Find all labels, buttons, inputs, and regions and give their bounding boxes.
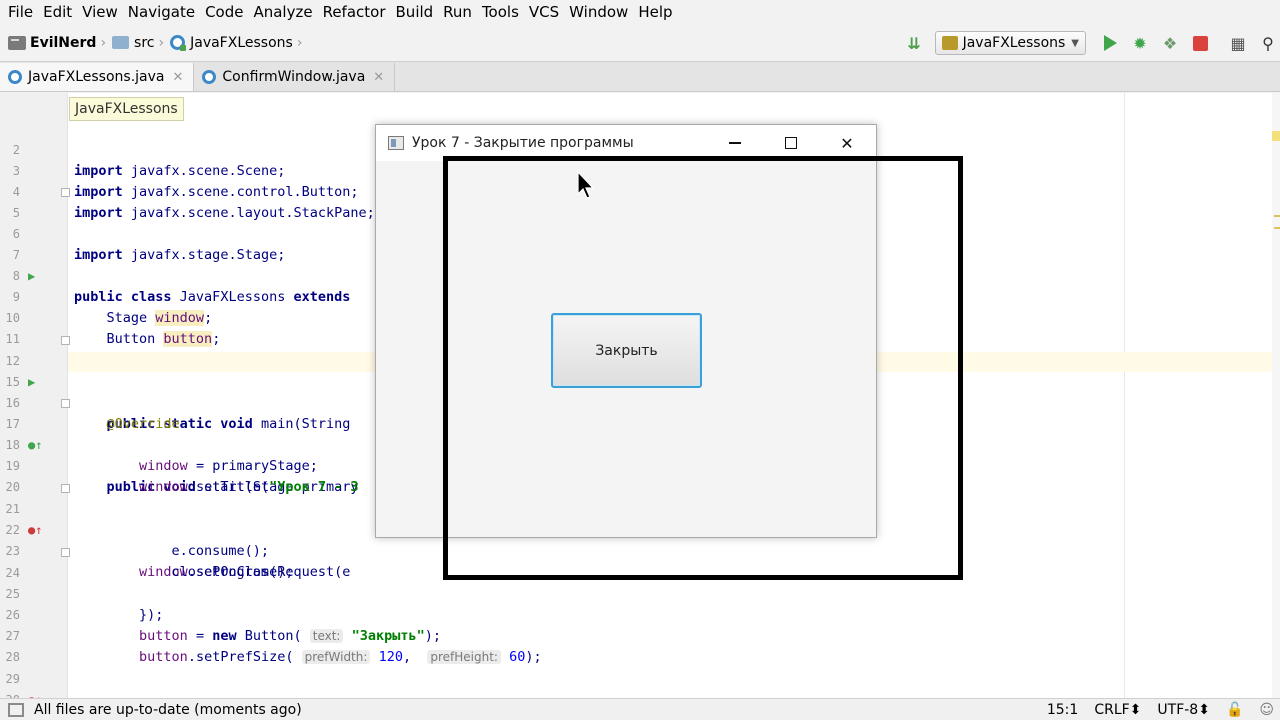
window-title: Урок 7 - Закрытие программы	[412, 135, 634, 151]
warning-marker[interactable]	[1274, 227, 1280, 229]
stop-button[interactable]	[1188, 31, 1212, 55]
class-hint-tooltip: JavaFXLessons	[69, 97, 184, 121]
code-line[interactable]: 29 ●↑ button.setOnAction(e -> closeProgr…	[0, 648, 1124, 720]
structure-icon: ▦	[1230, 33, 1246, 53]
maximize-button[interactable]	[768, 125, 814, 161]
breadcrumb-project[interactable]: EvilNerd	[30, 35, 96, 51]
tool-windows-icon[interactable]	[8, 702, 24, 717]
maximize-icon	[785, 137, 797, 149]
build-icon[interactable]: ⇊	[907, 34, 920, 53]
menu-run[interactable]: Run	[439, 0, 478, 24]
run-config-icon	[941, 36, 958, 50]
file-encoding[interactable]: UTF-8⬍	[1157, 702, 1210, 718]
error-stripe[interactable]	[1272, 93, 1280, 698]
code-line[interactable]: 24 });	[0, 542, 1124, 623]
window-content: Закрыть	[376, 161, 876, 537]
search-button[interactable]: ⚲	[1256, 31, 1280, 55]
menu-bar: File Edit View Navigate Code Analyze Ref…	[0, 0, 1280, 24]
java-class-icon	[202, 70, 217, 84]
code-line[interactable]: 25	[0, 563, 1124, 601]
code-line[interactable]: 26 button = new Button( text: "Закрыть")…	[0, 584, 1124, 644]
minimize-icon	[729, 142, 741, 144]
folder-icon	[112, 36, 130, 49]
status-bar: All files are up-to-date (moments ago) 1…	[0, 698, 1280, 720]
editor-tabs: JavaFXLessons.java ✕ ConfirmWindow.java …	[0, 62, 1280, 92]
breadcrumb-separator-icon: ›	[100, 34, 107, 51]
java-class-icon	[170, 35, 187, 51]
breadcrumb-file[interactable]: JavaFXLessons	[190, 35, 293, 51]
search-icon: ⚲	[1262, 33, 1274, 53]
breadcrumb-folder[interactable]: src	[134, 35, 154, 51]
line-separator[interactable]: CRLF⬍	[1094, 702, 1141, 718]
run-config-label: JavaFXLessons	[962, 35, 1066, 51]
stop-icon	[1192, 35, 1208, 51]
project-icon	[8, 35, 26, 50]
tab-confirmwindow[interactable]: ConfirmWindow.java ✕	[194, 63, 396, 91]
bug-icon: ✹	[1133, 33, 1147, 53]
coverage-icon: ❖	[1162, 33, 1178, 53]
menu-help[interactable]: Help	[634, 0, 678, 24]
menu-edit[interactable]: Edit	[39, 0, 78, 24]
project-structure-button[interactable]: ▦	[1226, 31, 1250, 55]
warning-marker[interactable]	[1274, 215, 1280, 217]
close-icon: ✕	[840, 133, 854, 153]
code-line[interactable]: 27 button.setPrefSize( prefWidth: 120, p…	[0, 605, 1124, 665]
run-toolbar: ⇊ JavaFXLessons ▼ ✹ ❖ ▦ ⚲	[907, 24, 1280, 62]
tab-label: JavaFXLessons.java	[28, 69, 165, 85]
minimize-button[interactable]	[712, 125, 758, 161]
coverage-button[interactable]: ❖	[1158, 31, 1182, 55]
menu-tools[interactable]: Tools	[478, 0, 525, 24]
run-button[interactable]	[1098, 31, 1122, 55]
code-line[interactable]: 28	[0, 626, 1124, 664]
close-icon[interactable]: ✕	[373, 70, 384, 85]
fold-marker-icon[interactable]	[61, 188, 70, 197]
status-message: All files are up-to-date (moments ago)	[34, 701, 302, 718]
tab-label: ConfirmWindow.java	[222, 69, 366, 85]
menu-code[interactable]: Code	[201, 0, 249, 24]
fold-marker-icon[interactable]	[61, 399, 70, 408]
tab-javafxlessons[interactable]: JavaFXLessons.java ✕	[0, 63, 195, 91]
fold-marker-icon[interactable]	[61, 484, 70, 493]
breadcrumb-separator-icon: ›	[158, 34, 165, 51]
chevron-down-icon: ▼	[1071, 37, 1079, 49]
close-icon[interactable]: ✕	[173, 70, 184, 85]
menu-analyze[interactable]: Analyze	[249, 0, 318, 24]
menu-navigate[interactable]: Navigate	[124, 0, 201, 24]
menu-file[interactable]: File	[4, 0, 39, 24]
lock-icon[interactable]: 🔓	[1226, 702, 1243, 718]
menu-window[interactable]: Window	[565, 0, 634, 24]
menu-view[interactable]: View	[78, 0, 124, 24]
java-class-icon	[8, 70, 22, 84]
fold-marker-icon[interactable]	[61, 336, 70, 345]
fold-marker-icon[interactable]	[61, 548, 70, 557]
menu-build[interactable]: Build	[392, 0, 440, 24]
close-program-button[interactable]: Закрыть	[551, 313, 702, 388]
inspector-icon[interactable]: ☺	[1259, 702, 1274, 718]
navigation-bar: EvilNerd › src › JavaFXLessons › ⇊ JavaF…	[0, 24, 1280, 62]
warning-marker[interactable]	[1272, 131, 1280, 141]
play-icon	[1103, 35, 1117, 51]
window-title-bar[interactable]: Урок 7 - Закрытие программы ✕	[376, 125, 876, 161]
java-window-icon	[388, 136, 404, 150]
code-line[interactable]: 30	[0, 669, 1124, 707]
caret-position[interactable]: 15:1	[1047, 702, 1078, 718]
breadcrumb: EvilNerd › src › JavaFXLessons ›	[0, 24, 308, 61]
breadcrumb-separator-icon: ›	[296, 34, 303, 51]
run-configuration-select[interactable]: JavaFXLessons ▼	[934, 31, 1086, 55]
menu-refactor[interactable]: Refactor	[319, 0, 392, 24]
close-window-button[interactable]: ✕	[824, 125, 870, 161]
right-margin-guide	[1124, 93, 1125, 698]
javafx-window: Урок 7 - Закрытие программы ✕ Закрыть	[375, 124, 877, 538]
menu-vcs[interactable]: VCS	[525, 0, 565, 24]
debug-button[interactable]: ✹	[1128, 31, 1152, 55]
